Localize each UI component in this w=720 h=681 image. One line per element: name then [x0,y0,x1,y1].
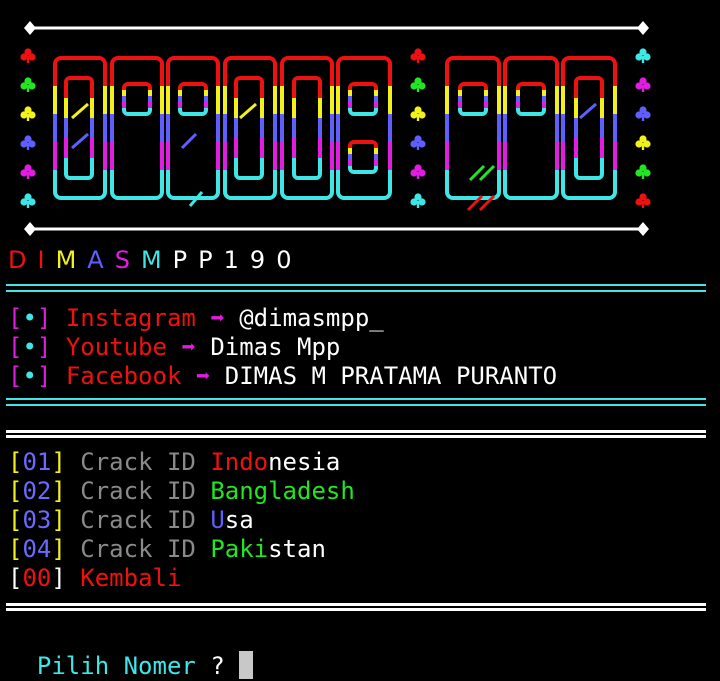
club-icon [20,164,36,179]
credit-letter: 9 [249,246,277,274]
credit-letter: P [172,246,199,274]
menu-bracket-close: ] [51,564,66,592]
club-icon [20,135,36,150]
contact-label: Instagram [65,304,196,332]
bracket-close: ] [36,304,52,332]
menu-number: 03 [22,506,52,534]
menu-bracket-open: [ [8,448,23,476]
menu-bracket-close: ] [51,506,66,534]
bracket-close: ] [36,333,52,361]
menu-bracket-close: ] [51,448,66,476]
menu-text: Crack ID [80,535,211,563]
credit-letter: S [114,246,141,274]
menu-country-rest: sa [224,506,254,534]
contact-value: DIMAS M PRATAMA PURANTO [224,362,558,390]
club-icon [635,77,651,92]
menu-bracket-open: [ [8,535,23,563]
menu-bracket-open: [ [8,477,23,505]
prompt-line[interactable]: Pilih Nomer ? [8,622,254,680]
bracket-open: [ [8,362,23,390]
menu-bracket-open: [ [8,564,23,592]
menu-country-highlight: Bangladesh [210,477,355,505]
credit-letter: M [55,246,88,274]
club-icon [635,106,651,121]
separator-cyan-bottom [6,398,706,406]
contact-label: Youtube [65,333,167,361]
bullet-icon: • [22,304,37,332]
club-icon [410,106,426,121]
menu-country-rest: nesia [268,448,341,476]
menu-bracket-close: ] [51,477,66,505]
diamond-icon [637,21,649,35]
menu-text: Crack ID [80,506,211,534]
club-icon [410,164,426,179]
menu-country-highlight: Paki [210,535,269,563]
menu-number: 04 [22,535,52,563]
bracket-close: ] [36,362,52,390]
contact-row: [•] Instagram ➡ @dimasmpp_ [8,304,384,333]
credit-letter: D [8,246,38,274]
credit-letter: P [198,246,224,274]
menu-text: Crack ID [80,477,211,505]
contact-row: [•] Facebook ➡ DIMAS M PRATAMA PURANTO [8,362,557,391]
menu-country-highlight: U [210,506,225,534]
credit-letter: 1 [223,246,250,274]
menu-item-01[interactable]: [01] Crack ID Indonesia [8,448,340,477]
club-icon [20,48,36,63]
club-icon [20,106,36,121]
menu-country-highlight: Indo [210,448,269,476]
diamond-icon [637,222,649,236]
diamond-icon [24,21,36,35]
crack-pro-banner [20,21,651,236]
contact-row: [•] Youtube ➡ Dimas Mpp [8,333,340,362]
contact-value: @dimasmpp_ [239,304,384,332]
diamond-icon [24,222,36,236]
club-icon [20,77,36,92]
menu-bracket-open: [ [8,506,23,534]
club-icon [635,135,651,150]
club-icon [635,48,651,63]
menu-bracket-close: ] [51,535,66,563]
menu-item-00[interactable]: [00] Kembali [8,564,181,593]
menu-item-03[interactable]: [03] Crack ID Usa [8,506,254,535]
menu-number: 01 [22,448,52,476]
separator-white-top [6,430,706,438]
club-icon [20,193,36,208]
club-icon [635,164,651,179]
bullet-icon: • [22,333,37,361]
credit-letter: A [87,246,115,274]
prompt-label: Pilih Nomer [36,652,196,680]
arrow-right-icon: ➡ [195,362,211,390]
club-icon [410,77,426,92]
menu-item-02[interactable]: [02] Crack ID Bangladesh [8,477,355,506]
separator-cyan-top [6,284,706,292]
club-icon [635,193,651,208]
club-icon [410,135,426,150]
credit-letter: I [37,246,56,274]
title-crack-letters [53,56,392,200]
arrow-right-icon: ➡ [181,333,196,361]
contact-value: Dimas Mpp [210,333,341,361]
contact-label: Facebook [65,362,182,390]
bullet-icon: • [22,362,37,390]
club-icon [410,193,426,208]
author-credit: DIMASMPP190 [8,244,302,276]
credit-letter: 0 [276,246,303,274]
club-icon [410,48,426,63]
menu-number: 02 [22,477,52,505]
text-cursor[interactable] [239,651,254,679]
prompt-symbol: ? [210,652,225,680]
credit-letter: M [140,246,173,274]
bracket-open: [ [8,304,23,332]
menu-item-04[interactable]: [04] Crack ID Pakistan [8,535,326,564]
menu-country-rest: stan [268,535,326,563]
arrow-right-icon: ➡ [210,304,225,332]
bracket-open: [ [8,333,23,361]
menu-text: Crack ID [80,448,211,476]
menu-number: 00 [22,564,52,592]
separator-white-bottom [6,603,706,611]
menu-country-highlight: Kembali [80,564,182,592]
